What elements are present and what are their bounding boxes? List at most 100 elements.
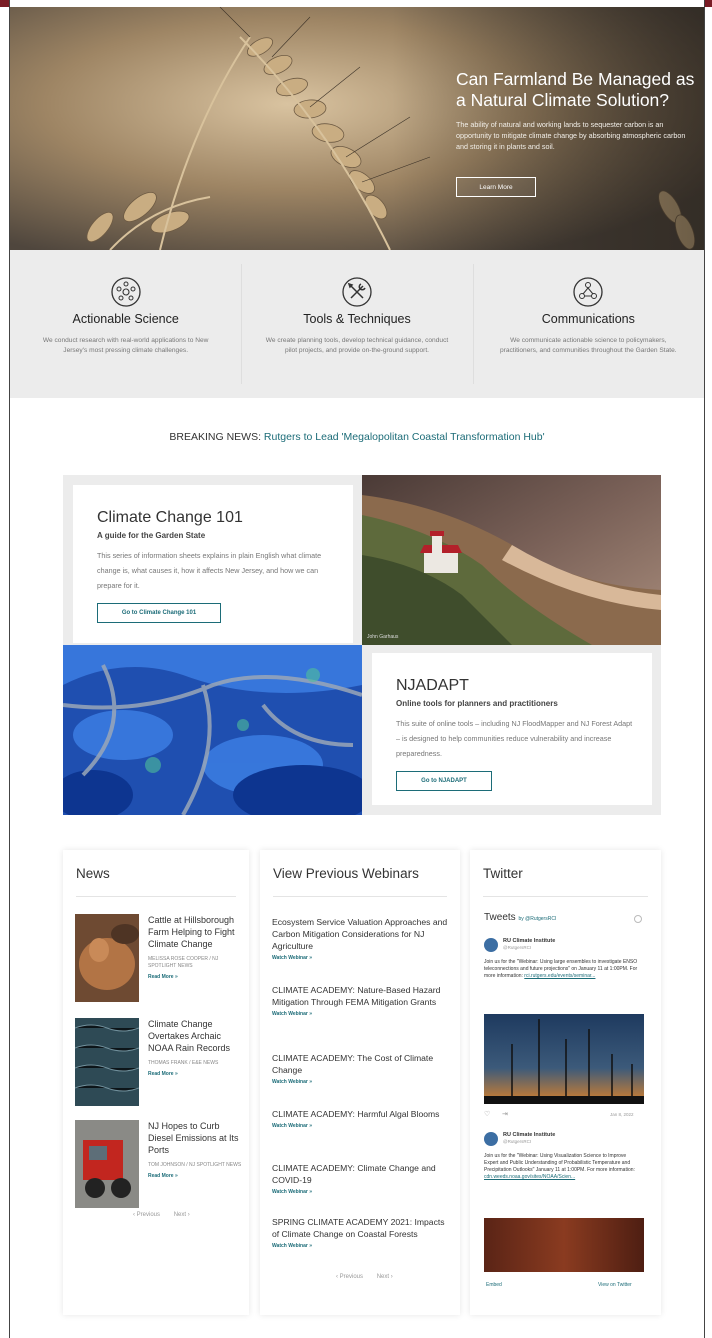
avatar bbox=[484, 938, 498, 952]
webinar-title[interactable]: CLIMATE ACADEMY: The Cost of Climate Cha… bbox=[272, 1052, 452, 1076]
next-link[interactable]: Next › bbox=[174, 1212, 190, 1218]
climate-change-101-card: Climate Change 101 A guide for the Garde… bbox=[73, 485, 353, 643]
tweets-label: Tweets bbox=[484, 912, 516, 923]
breaking-news-link[interactable]: Rutgers to Lead 'Megalopolitan Coastal T… bbox=[264, 431, 545, 443]
card-title: Climate Change 101 bbox=[97, 509, 243, 526]
njadapt-card: NJADAPT Online tools for planners and pr… bbox=[372, 653, 652, 805]
news-thumbnail bbox=[75, 1018, 139, 1106]
tweet-handle: @RutgersRCI bbox=[503, 945, 532, 950]
news-item[interactable]: NJ Hopes to Curb Diesel Emissions at Its… bbox=[75, 1120, 245, 1212]
view-on-twitter-link[interactable]: View on Twitter bbox=[598, 1282, 632, 1288]
previous-link[interactable]: ‹ Previous bbox=[336, 1274, 363, 1280]
people-network-icon bbox=[573, 277, 603, 307]
webinar-item[interactable]: CLIMATE ACADEMY: Climate Change and COVI… bbox=[272, 1162, 452, 1195]
news-title[interactable]: Climate Change Overtakes Archaic NOAA Ra… bbox=[148, 1018, 244, 1054]
read-more-link[interactable]: Read More » bbox=[148, 1071, 244, 1077]
flood-map-image bbox=[63, 645, 362, 815]
go-to-njadapt-button[interactable]: Go to NJADAPT bbox=[396, 771, 492, 791]
tweet-date[interactable]: Jan 8, 2022 bbox=[610, 1112, 634, 1117]
webinars-heading: View Previous Webinars bbox=[273, 866, 419, 881]
tweet-text: Join us for the "Webinar: Using Visualiz… bbox=[484, 1153, 642, 1181]
news-item[interactable]: Climate Change Overtakes Archaic NOAA Ra… bbox=[75, 1018, 245, 1110]
webinar-title[interactable]: SPRING CLIMATE ACADEMY 2021: Impacts of … bbox=[272, 1216, 452, 1240]
feature-actionable-science[interactable]: Actionable Science We conduct research w… bbox=[10, 250, 241, 398]
news-title[interactable]: Cattle at Hillsborough Farm Helping to F… bbox=[148, 914, 244, 950]
card-subtitle: Online tools for planners and practition… bbox=[396, 699, 558, 708]
webinar-title[interactable]: Ecosystem Service Valuation Approaches a… bbox=[272, 916, 452, 952]
webinar-title[interactable]: CLIMATE ACADEMY: Harmful Algal Blooms bbox=[272, 1108, 452, 1120]
breaking-news-label: BREAKING NEWS: bbox=[169, 431, 261, 443]
webinar-title[interactable]: CLIMATE ACADEMY: Nature-Based Hazard Mit… bbox=[272, 984, 452, 1008]
news-source: TOM JOHNSON / NJ SPOTLIGHT NEWS bbox=[148, 1162, 242, 1168]
embed-link[interactable]: Embed bbox=[486, 1282, 502, 1288]
news-heading: News bbox=[76, 866, 110, 881]
tweet-author[interactable]: RU Climate Institute bbox=[503, 1132, 555, 1138]
news-pager: ‹ Previous Next › bbox=[127, 1212, 196, 1218]
webinar-item[interactable]: CLIMATE ACADEMY: Harmful Algal Blooms Wa… bbox=[272, 1108, 452, 1129]
divider bbox=[483, 896, 648, 897]
tweet-handle: @RutgersRCI bbox=[503, 1139, 532, 1144]
tweet-link[interactable]: cdn.weeds.noaa.gov/sites/NOAA/Scien... bbox=[484, 1174, 575, 1180]
previous-link[interactable]: ‹ Previous bbox=[133, 1212, 160, 1218]
card-subtitle: A guide for the Garden State bbox=[97, 531, 206, 540]
webinar-item[interactable]: SPRING CLIMATE ACADEMY 2021: Impacts of … bbox=[272, 1216, 452, 1249]
like-icon[interactable]: ♡ bbox=[484, 1110, 490, 1118]
watch-webinar-link[interactable]: Watch Webinar » bbox=[272, 1123, 452, 1129]
news-item[interactable]: Cattle at Hillsborough Farm Helping to F… bbox=[75, 914, 245, 1006]
tweets-header: Tweets by @RutgersRCI bbox=[484, 912, 556, 923]
feature-title: Tools & Techniques bbox=[303, 312, 411, 326]
read-more-link[interactable]: Read More » bbox=[148, 974, 244, 980]
feature-text: We create planning tools, develop techni… bbox=[265, 337, 449, 354]
watch-webinar-link[interactable]: Watch Webinar » bbox=[272, 1243, 452, 1249]
network-icon bbox=[111, 277, 141, 307]
tweet-text: Join us for the "Webinar: Using large en… bbox=[484, 959, 642, 980]
news-source: THOMAS FRANK / E&E NEWS bbox=[148, 1060, 219, 1066]
webinar-item[interactable]: CLIMATE ACADEMY: Nature-Based Hazard Mit… bbox=[272, 984, 452, 1017]
feature-text: We conduct research with real-world appl… bbox=[42, 337, 209, 354]
divider bbox=[273, 896, 447, 897]
webinar-item[interactable]: CLIMATE ACADEMY: The Cost of Climate Cha… bbox=[272, 1052, 452, 1085]
webinar-title[interactable]: CLIMATE ACADEMY: Climate Change and COVI… bbox=[272, 1162, 452, 1186]
share-icon[interactable]: ⇥ bbox=[502, 1110, 508, 1118]
avatar bbox=[484, 1132, 498, 1146]
watch-webinar-link[interactable]: Watch Webinar » bbox=[272, 1189, 452, 1195]
breaking-news: BREAKING NEWS: Rutgers to Lead 'Megalopo… bbox=[10, 431, 704, 443]
news-title[interactable]: NJ Hopes to Curb Diesel Emissions at Its… bbox=[148, 1120, 244, 1156]
feature-communications[interactable]: Communications We communicate actionable… bbox=[472, 250, 704, 398]
watch-webinar-link[interactable]: Watch Webinar » bbox=[272, 1079, 452, 1085]
watch-webinar-link[interactable]: Watch Webinar » bbox=[272, 1011, 452, 1017]
news-column: News Cattle at Hillsborough Farm Helping… bbox=[63, 850, 249, 1315]
tweet-image-towers[interactable] bbox=[484, 1014, 644, 1104]
feature-text: We communicate actionable science to pol… bbox=[499, 337, 677, 354]
tweets-by-handle[interactable]: by @RutgersRCI bbox=[518, 916, 556, 922]
tweet-image-forest[interactable] bbox=[484, 1218, 644, 1272]
go-to-climate-change-101-button[interactable]: Go to Climate Change 101 bbox=[97, 603, 221, 623]
news-thumbnail bbox=[75, 914, 139, 1002]
feature-title: Actionable Science bbox=[72, 312, 179, 326]
hero-banner: Can Farmland Be Managed as a Natural Cli… bbox=[10, 7, 704, 250]
tweet-author[interactable]: RU Climate Institute bbox=[503, 938, 555, 944]
card-text: This suite of online tools – including N… bbox=[396, 719, 633, 758]
learn-more-button[interactable]: Learn More bbox=[456, 177, 536, 197]
webinar-item[interactable]: Ecosystem Service Valuation Approaches a… bbox=[272, 916, 452, 961]
card-title: NJADAPT bbox=[396, 677, 469, 694]
card-text: This series of information sheets explai… bbox=[97, 551, 322, 590]
feature-tools-techniques[interactable]: Tools & Techniques We create planning to… bbox=[241, 250, 472, 398]
tweet-link[interactable]: rci.rutgers.edu/events/seminar... bbox=[524, 973, 595, 979]
promo-grid: Climate Change 101 A guide for the Garde… bbox=[63, 475, 661, 815]
read-more-link[interactable]: Read More » bbox=[148, 1173, 244, 1179]
hero-description: The ability of natural and working lands… bbox=[456, 120, 686, 151]
lighthouse-photo: John Garhaus bbox=[362, 475, 661, 645]
news-thumbnail bbox=[75, 1120, 139, 1208]
tweet-body: Join us for the "Webinar: Using Visualiz… bbox=[484, 1153, 635, 1173]
twitter-heading: Twitter bbox=[483, 866, 523, 881]
news-source: MELISSA ROSE COOPER / NJ SPOTLIGHT NEWS bbox=[148, 956, 219, 969]
divider bbox=[76, 896, 236, 897]
next-link[interactable]: Next › bbox=[377, 1274, 393, 1280]
photo-credit: John Garhaus bbox=[367, 634, 399, 640]
webinars-column: View Previous Webinars Ecosystem Service… bbox=[260, 850, 460, 1315]
watch-webinar-link[interactable]: Watch Webinar » bbox=[272, 955, 452, 961]
tools-icon bbox=[342, 277, 372, 307]
feature-title: Communications bbox=[541, 312, 635, 326]
info-icon[interactable] bbox=[634, 915, 642, 923]
